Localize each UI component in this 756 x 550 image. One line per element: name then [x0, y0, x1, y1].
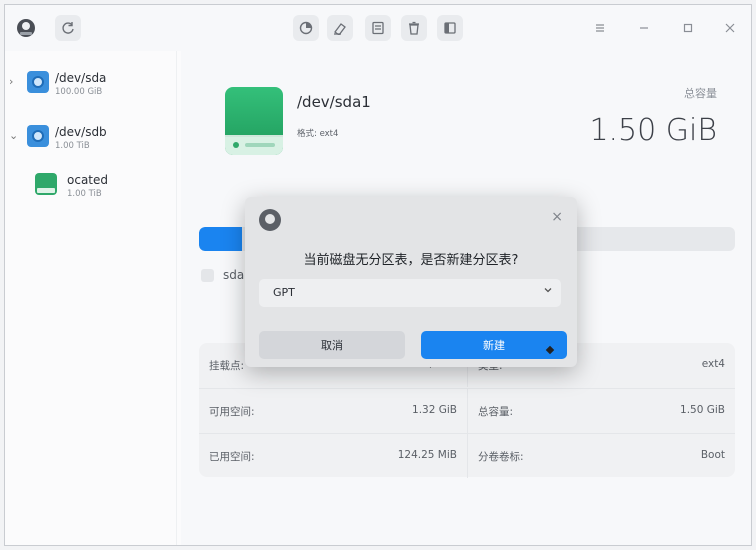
info-cell: 已用空间: 124.25 MiB	[199, 434, 467, 478]
info-row: 可用空间: 1.32 GiB 总容量: 1.50 GiB	[199, 388, 735, 433]
new-partition-table-dialog: × 当前磁盘无分区表，是否新建分区表? GPT 取消 新建	[245, 197, 577, 367]
info-value: ext4	[701, 358, 725, 370]
disk-icon	[27, 125, 49, 147]
delete-icon[interactable]	[401, 15, 427, 41]
menu-icon[interactable]	[589, 17, 611, 39]
app-logo-icon	[259, 209, 281, 231]
wipe-icon[interactable]	[327, 15, 353, 41]
info-cell: 总容量: 1.50 GiB	[467, 389, 735, 433]
info-row: 已用空间: 124.25 MiB 分卷卷标: Boot	[199, 433, 735, 478]
sidebar-item-size: 1.00 TiB	[55, 141, 90, 151]
info-value: Boot	[700, 449, 725, 461]
sidebar-item-label: /dev/sda	[55, 71, 107, 85]
info-value: 1.50 GiB	[680, 404, 725, 416]
info-key: 已用空间:	[209, 451, 255, 463]
info-cell: 分卷卷标: Boot	[467, 434, 735, 478]
info-cell: 可用空间: 1.32 GiB	[199, 389, 467, 433]
disk-icon	[27, 71, 49, 93]
close-icon[interactable]	[719, 17, 741, 39]
refresh-icon[interactable]	[55, 15, 81, 41]
info-key: 挂载点:	[209, 360, 245, 372]
info-value: 1.32 GiB	[412, 404, 457, 416]
chevron-down-icon	[543, 285, 553, 298]
sidebar-item-label: ocated	[67, 173, 108, 187]
sidebar-item-sda[interactable]: › /dev/sda 100.00 GiB	[5, 65, 177, 101]
dialog-message: 当前磁盘无分区表，是否新建分区表?	[303, 253, 519, 268]
maximize-icon[interactable]	[677, 17, 699, 39]
legend-swatch	[201, 269, 214, 282]
resize-icon[interactable]	[437, 15, 463, 41]
title-bar	[5, 5, 751, 51]
partition-title: /dev/sda1	[297, 93, 371, 111]
sidebar-item-size: 1.00 TiB	[67, 189, 102, 199]
minimize-icon[interactable]	[633, 17, 655, 39]
usage-bar-fill	[199, 227, 242, 251]
chevron-down-icon[interactable]: ⌄	[9, 129, 18, 142]
info-key: 总容量:	[478, 406, 514, 418]
partition-drive-icon	[35, 173, 57, 195]
create-button[interactable]: 新建	[421, 331, 567, 359]
info-value: 124.25 MiB	[397, 449, 457, 461]
app-logo-icon	[13, 15, 39, 41]
sidebar-item-unallocated[interactable]: ocated 1.00 TiB	[5, 167, 177, 203]
partition-table-select[interactable]: GPT	[259, 279, 561, 307]
sidebar-item-label: /dev/sdb	[55, 125, 107, 139]
chevron-right-icon[interactable]: ›	[9, 75, 13, 88]
partition-icon[interactable]	[293, 15, 319, 41]
device-sidebar: › /dev/sda 100.00 GiB ⌄ /dev/sdb 1.00 Ti…	[5, 51, 177, 545]
format-icon[interactable]	[365, 15, 391, 41]
drive-icon	[225, 87, 283, 155]
app-window: › /dev/sda 100.00 GiB ⌄ /dev/sdb 1.00 Ti…	[4, 4, 752, 546]
capacity-value: 1.50 GiB	[589, 113, 717, 148]
info-key: 分卷卷标:	[478, 451, 524, 463]
sidebar-item-sdb[interactable]: ⌄ /dev/sdb 1.00 TiB	[5, 119, 177, 155]
select-value: GPT	[273, 286, 295, 299]
info-key: 可用空间:	[209, 406, 255, 418]
dialog-close-icon[interactable]: ×	[551, 209, 563, 225]
partition-format: 格式: ext4	[297, 129, 339, 139]
cancel-button[interactable]: 取消	[259, 331, 405, 359]
capacity-label: 总容量	[684, 87, 717, 100]
sidebar-item-size: 100.00 GiB	[55, 87, 103, 97]
